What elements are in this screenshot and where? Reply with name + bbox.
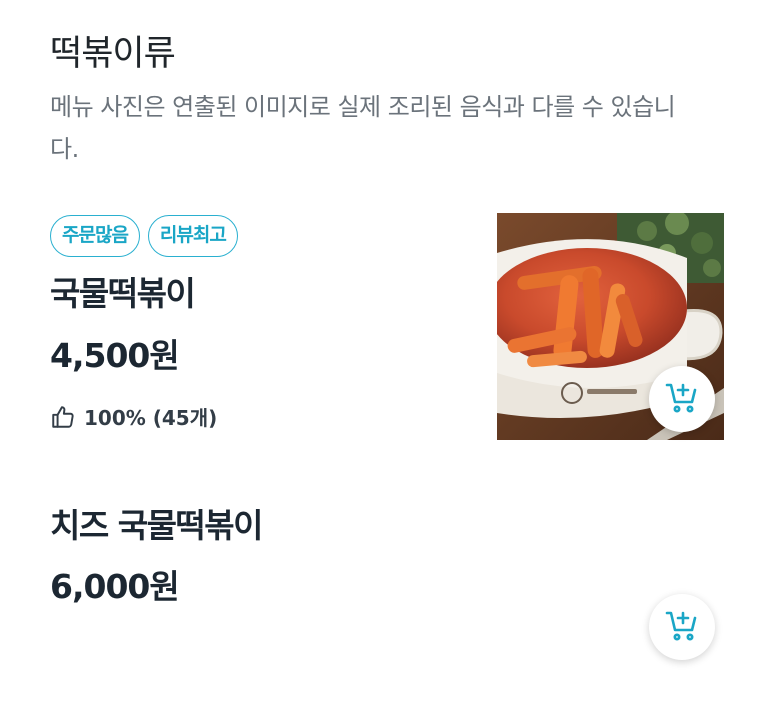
badge-list: 주문많음 리뷰최고 [50,215,238,257]
add-to-cart-button[interactable] [649,366,715,432]
rating-text: 100% (45개) [84,406,218,430]
badge-popular: 주문많음 [50,215,140,257]
menu-price: 6,000원 [50,567,180,606]
category-title: 떡볶이류 [50,34,176,74]
menu-name: 국물떡볶이 [50,274,196,313]
menu-item-guk-mul-tteokbokki[interactable]: 주문많음 리뷰최고 국물떡볶이 4,500원 100% (45개) [0,208,773,448]
thumbs-up-icon [50,404,76,430]
category-description: 메뉴 사진은 연출된 이미지로 실제 조리된 음식과 다를 수 있습니다. [50,93,676,163]
menu-name: 치즈 국물떡볶이 [50,506,264,545]
rating: 100% (45개) [50,402,217,431]
add-to-cart-icon [664,607,700,647]
badge-best-review: 리뷰최고 [147,215,238,257]
add-to-cart-icon [664,379,700,419]
menu-price: 4,500원 [50,336,180,375]
add-to-cart-button[interactable] [649,594,715,660]
menu-item-cheese-guk-mul-tteokbokki[interactable]: 치즈 국물떡볶이 6,000원 [0,500,773,700]
